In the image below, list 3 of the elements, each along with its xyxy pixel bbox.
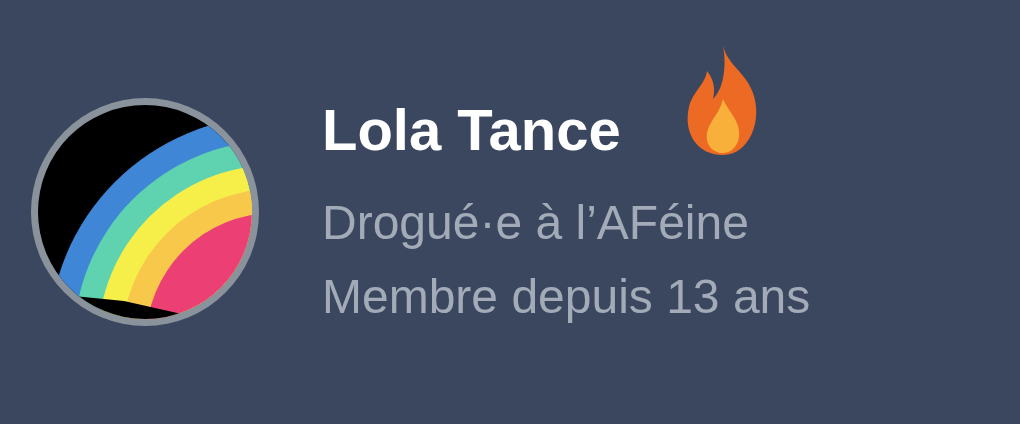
profile-name: Lola Tance bbox=[322, 101, 621, 159]
profile-title: Drogué·e à l’AFéine bbox=[322, 195, 750, 251]
member-since: Membre depuis 13 ans bbox=[322, 269, 811, 325]
